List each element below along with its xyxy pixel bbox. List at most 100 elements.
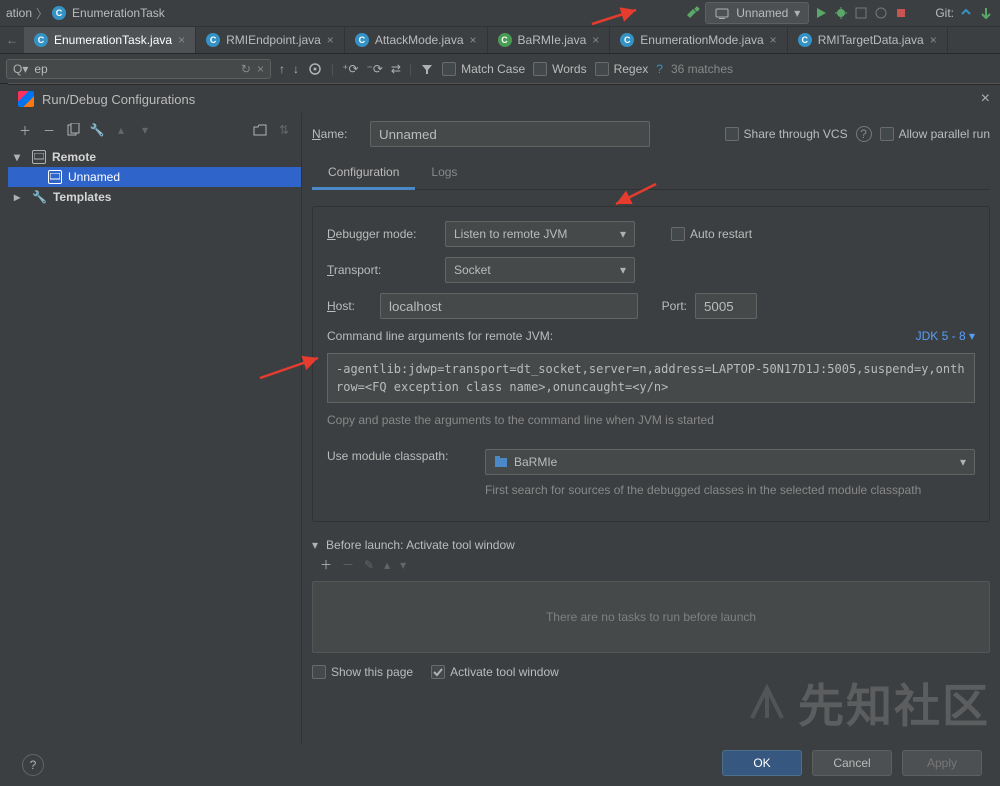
remote-icon bbox=[48, 170, 62, 184]
debugger-mode-combo[interactable]: Listen to remote JVM bbox=[445, 221, 635, 247]
breadcrumb-seg[interactable]: C EnumerationTask bbox=[52, 6, 165, 20]
tab-attackmode[interactable]: CAttackMode.java× bbox=[345, 27, 488, 53]
regex-help-icon[interactable]: ? bbox=[656, 62, 663, 76]
git-update-icon[interactable] bbox=[958, 5, 974, 21]
search-input[interactable]: Q▾ ↻ × bbox=[6, 59, 271, 79]
name-field[interactable] bbox=[370, 121, 650, 147]
edit-icon[interactable]: ✎ bbox=[364, 558, 374, 572]
close-icon[interactable]: × bbox=[930, 33, 937, 47]
activate-tool-checkbox[interactable]: Activate tool window bbox=[431, 665, 559, 679]
module-classpath-combo[interactable]: BaRMIe bbox=[485, 449, 975, 475]
next-match-icon[interactable]: ↓ bbox=[293, 62, 299, 76]
prev-match-icon[interactable]: ↑ bbox=[279, 62, 285, 76]
remote-icon bbox=[714, 5, 730, 21]
profile-icon[interactable] bbox=[873, 5, 889, 21]
share-vcs-checkbox[interactable]: Share through VCS bbox=[725, 127, 848, 141]
tab-enumerationmode[interactable]: CEnumerationMode.java× bbox=[610, 27, 787, 53]
remove-icon[interactable]: － bbox=[342, 556, 354, 573]
host-field[interactable] bbox=[380, 293, 638, 319]
match-case-checkbox[interactable]: Match Case bbox=[442, 62, 525, 76]
close-icon[interactable]: × bbox=[178, 33, 185, 47]
dialog-titlebar: Run/Debug Configurations × bbox=[8, 85, 1000, 113]
class-icon: C bbox=[355, 33, 369, 47]
class-icon: C bbox=[34, 33, 48, 47]
move-down-icon[interactable]: ▾ bbox=[400, 558, 406, 572]
cancel-button[interactable]: Cancel bbox=[812, 750, 892, 776]
top-toolbar: ation 〉 C EnumerationTask Unnamed ▾ Git: bbox=[0, 0, 1000, 26]
class-icon: C bbox=[798, 33, 812, 47]
collapse-icon[interactable]: ▾ bbox=[312, 538, 318, 552]
git-commit-icon[interactable] bbox=[978, 5, 994, 21]
port-field[interactable] bbox=[695, 293, 757, 319]
close-icon[interactable]: × bbox=[770, 33, 777, 47]
move-up-icon[interactable]: ▴ bbox=[384, 558, 390, 572]
tab-rmitargetdata[interactable]: CRMITargetData.java× bbox=[788, 27, 948, 53]
run-config-combo[interactable]: Unnamed ▾ bbox=[705, 2, 809, 24]
config-subtabs: Configuration Logs bbox=[312, 157, 990, 190]
copy-icon[interactable] bbox=[64, 121, 82, 139]
play-icon[interactable] bbox=[813, 5, 829, 21]
words-checkbox[interactable]: Words bbox=[533, 62, 586, 76]
before-launch-section: ▾ Before launch: Activate tool window ＋ … bbox=[312, 538, 990, 679]
tabs-prev-icon[interactable]: ← bbox=[0, 27, 24, 53]
apply-button[interactable]: Apply bbox=[902, 750, 982, 776]
stop-icon[interactable] bbox=[893, 5, 909, 21]
close-icon[interactable]: × bbox=[981, 90, 990, 108]
git-label: Git: bbox=[935, 6, 954, 20]
tab-barmie[interactable]: CBaRMIe.java× bbox=[488, 27, 611, 53]
editor-tabs: ← CEnumerationTask.java× CRMIEndpoint.ja… bbox=[0, 26, 1000, 54]
host-label: Host: bbox=[327, 299, 372, 313]
regex-checkbox[interactable]: Regex bbox=[595, 62, 649, 76]
expand-icon[interactable]: ⇅ bbox=[275, 121, 293, 139]
debug-icon[interactable] bbox=[833, 5, 849, 21]
class-icon: C bbox=[52, 6, 66, 20]
ok-button[interactable]: OK bbox=[722, 750, 802, 776]
tree-node-templates[interactable]: ▸ 🔧 Templates bbox=[8, 187, 301, 207]
config-tree: ＋ － 🔧 ▴ ▾ ⇅ ▾ Remote Unnamed ▸ � bbox=[8, 113, 302, 744]
remove-selection-icon[interactable]: ⁻⟳ bbox=[367, 62, 383, 76]
add-icon[interactable]: ＋ bbox=[320, 556, 332, 573]
run-toolbar: Unnamed ▾ Git: bbox=[685, 2, 994, 24]
jdk-version-link[interactable]: JDK 5 - 8 ▾ bbox=[916, 329, 975, 343]
close-icon[interactable]: × bbox=[592, 33, 599, 47]
tab-logs[interactable]: Logs bbox=[415, 157, 473, 189]
tree-node-remote[interactable]: ▾ Remote bbox=[8, 147, 301, 167]
history-icon[interactable]: ↻ bbox=[241, 62, 251, 76]
add-icon[interactable]: ＋ bbox=[16, 121, 34, 139]
close-icon[interactable]: × bbox=[470, 33, 477, 47]
transport-combo[interactable]: Socket bbox=[445, 257, 635, 283]
before-launch-label: Before launch: Activate tool window bbox=[326, 538, 515, 552]
add-selection-icon[interactable]: ⁺⟳ bbox=[342, 62, 358, 76]
expand-icon[interactable]: ▾ bbox=[14, 150, 26, 164]
remote-icon bbox=[32, 150, 46, 164]
remove-icon[interactable]: － bbox=[40, 121, 58, 139]
select-occurrences-icon[interactable]: ⇄ bbox=[391, 62, 401, 76]
folder-icon[interactable] bbox=[251, 121, 269, 139]
select-all-icon[interactable] bbox=[307, 61, 323, 77]
breadcrumb-seg[interactable]: ation bbox=[6, 6, 32, 20]
coverage-icon[interactable] bbox=[853, 5, 869, 21]
move-up-icon[interactable]: ▴ bbox=[112, 121, 130, 139]
tab-configuration[interactable]: Configuration bbox=[312, 157, 415, 190]
wrench-icon[interactable]: 🔧 bbox=[88, 121, 106, 139]
cmd-args-textarea[interactable]: -agentlib:jdwp=transport=dt_socket,serve… bbox=[327, 353, 975, 403]
tab-enumerationtask[interactable]: CEnumerationTask.java× bbox=[24, 27, 196, 53]
help-icon[interactable]: ? bbox=[856, 126, 872, 142]
filter-icon[interactable] bbox=[420, 62, 434, 76]
auto-restart-checkbox[interactable]: Auto restart bbox=[671, 227, 752, 241]
breadcrumb-sep: 〉 bbox=[36, 5, 48, 22]
show-page-checkbox[interactable]: Show this page bbox=[312, 665, 413, 679]
cmd-args-label: Command line arguments for remote JVM: bbox=[327, 329, 553, 343]
transport-label: Transport: bbox=[327, 263, 437, 277]
tab-rmiendpoint[interactable]: CRMIEndpoint.java× bbox=[196, 27, 345, 53]
port-label: Port: bbox=[662, 299, 687, 313]
parallel-run-checkbox[interactable]: Allow parallel run bbox=[880, 127, 990, 141]
module-icon bbox=[494, 455, 508, 469]
move-down-icon[interactable]: ▾ bbox=[136, 121, 154, 139]
hammer-icon[interactable] bbox=[685, 5, 701, 21]
close-icon[interactable]: × bbox=[327, 33, 334, 47]
help-button[interactable]: ? bbox=[22, 754, 44, 776]
tree-node-unnamed[interactable]: Unnamed bbox=[8, 167, 301, 187]
expand-icon[interactable]: ▸ bbox=[14, 190, 26, 204]
clear-icon[interactable]: × bbox=[257, 62, 264, 76]
